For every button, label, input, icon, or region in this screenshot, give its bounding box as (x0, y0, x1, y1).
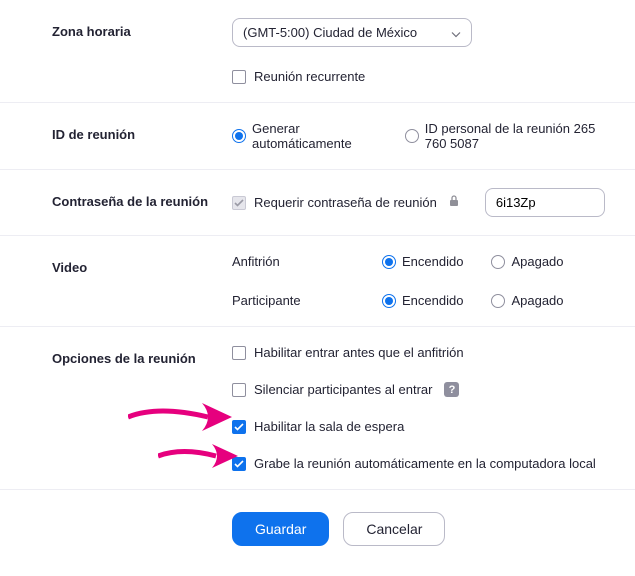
label-password: Contraseña de la reunión (52, 188, 232, 209)
checkbox-auto-record[interactable] (232, 457, 246, 471)
video-host-line: Anfitrión Encendido Apagado (232, 254, 615, 269)
video-host-label: Anfitrión (232, 254, 382, 269)
timezone-select[interactable]: (GMT-5:00) Ciudad de México (232, 18, 472, 47)
option-auto-record[interactable]: Grabe la reunión automáticamente en la c… (232, 456, 615, 471)
meeting-id-personal[interactable]: ID personal de la reunión 265 760 5087 (405, 121, 615, 151)
video-participant-label: Participante (232, 293, 382, 308)
label-video: Video (52, 254, 232, 275)
chevron-down-icon (451, 25, 461, 40)
radio-host-off[interactable] (491, 255, 505, 269)
help-icon[interactable]: ? (444, 382, 459, 397)
annotation-arrow-icon (158, 441, 238, 471)
password-input[interactable] (485, 188, 605, 217)
video-participant-on[interactable]: Encendido (382, 293, 463, 308)
form-actions: Guardar Cancelar (0, 490, 635, 556)
meeting-settings-form: Zona horaria (GMT-5:00) Ciudad de México… (0, 0, 635, 576)
option-mute-entry[interactable]: Silenciar participantes al entrar ? (232, 382, 615, 397)
meeting-id-auto[interactable]: Generar automáticamente (232, 121, 377, 151)
lock-icon (449, 195, 459, 210)
radio-personal[interactable] (405, 129, 419, 143)
recurring-label: Reunión recurrente (254, 69, 365, 84)
require-password-checkbox (232, 196, 246, 210)
cancel-button[interactable]: Cancelar (343, 512, 445, 546)
video-participant-off[interactable]: Apagado (491, 293, 563, 308)
save-button[interactable]: Guardar (232, 512, 329, 546)
radio-personal-label: ID personal de la reunión 265 760 5087 (425, 121, 615, 151)
option-join-before[interactable]: Habilitar entrar antes que el anfitrión (232, 345, 615, 360)
checkbox-join-before[interactable] (232, 346, 246, 360)
radio-auto-label: Generar automáticamente (252, 121, 377, 151)
row-timezone: Zona horaria (GMT-5:00) Ciudad de México… (0, 0, 635, 103)
recurring-option[interactable]: Reunión recurrente (232, 69, 615, 84)
recurring-checkbox[interactable] (232, 70, 246, 84)
checkbox-waiting-room[interactable] (232, 420, 246, 434)
video-participant-line: Participante Encendido Apagado (232, 293, 615, 308)
radio-participant-off[interactable] (491, 294, 505, 308)
row-meeting-id: ID de reunión Generar automáticamente ID… (0, 103, 635, 170)
option-waiting-room[interactable]: Habilitar la sala de espera (232, 419, 615, 434)
label-options: Opciones de la reunión (52, 345, 232, 366)
row-video: Video Anfitrión Encendido Apagado Partic… (0, 236, 635, 327)
meeting-id-radio-group: Generar automáticamente ID personal de l… (232, 121, 615, 151)
label-meeting-id: ID de reunión (52, 121, 232, 142)
video-host-off[interactable]: Apagado (491, 254, 563, 269)
radio-host-on[interactable] (382, 255, 396, 269)
video-host-on[interactable]: Encendido (382, 254, 463, 269)
annotation-arrow-icon (128, 399, 232, 435)
label-timezone: Zona horaria (52, 18, 232, 39)
require-password-label: Requerir contraseña de reunión (254, 195, 437, 210)
radio-participant-on[interactable] (382, 294, 396, 308)
row-password: Contraseña de la reunión Requerir contra… (0, 170, 635, 236)
radio-auto[interactable] (232, 129, 246, 143)
timezone-selected-value: (GMT-5:00) Ciudad de México (243, 25, 417, 40)
row-options: Opciones de la reunión Habilitar entrar … (0, 327, 635, 490)
checkbox-mute-entry[interactable] (232, 383, 246, 397)
